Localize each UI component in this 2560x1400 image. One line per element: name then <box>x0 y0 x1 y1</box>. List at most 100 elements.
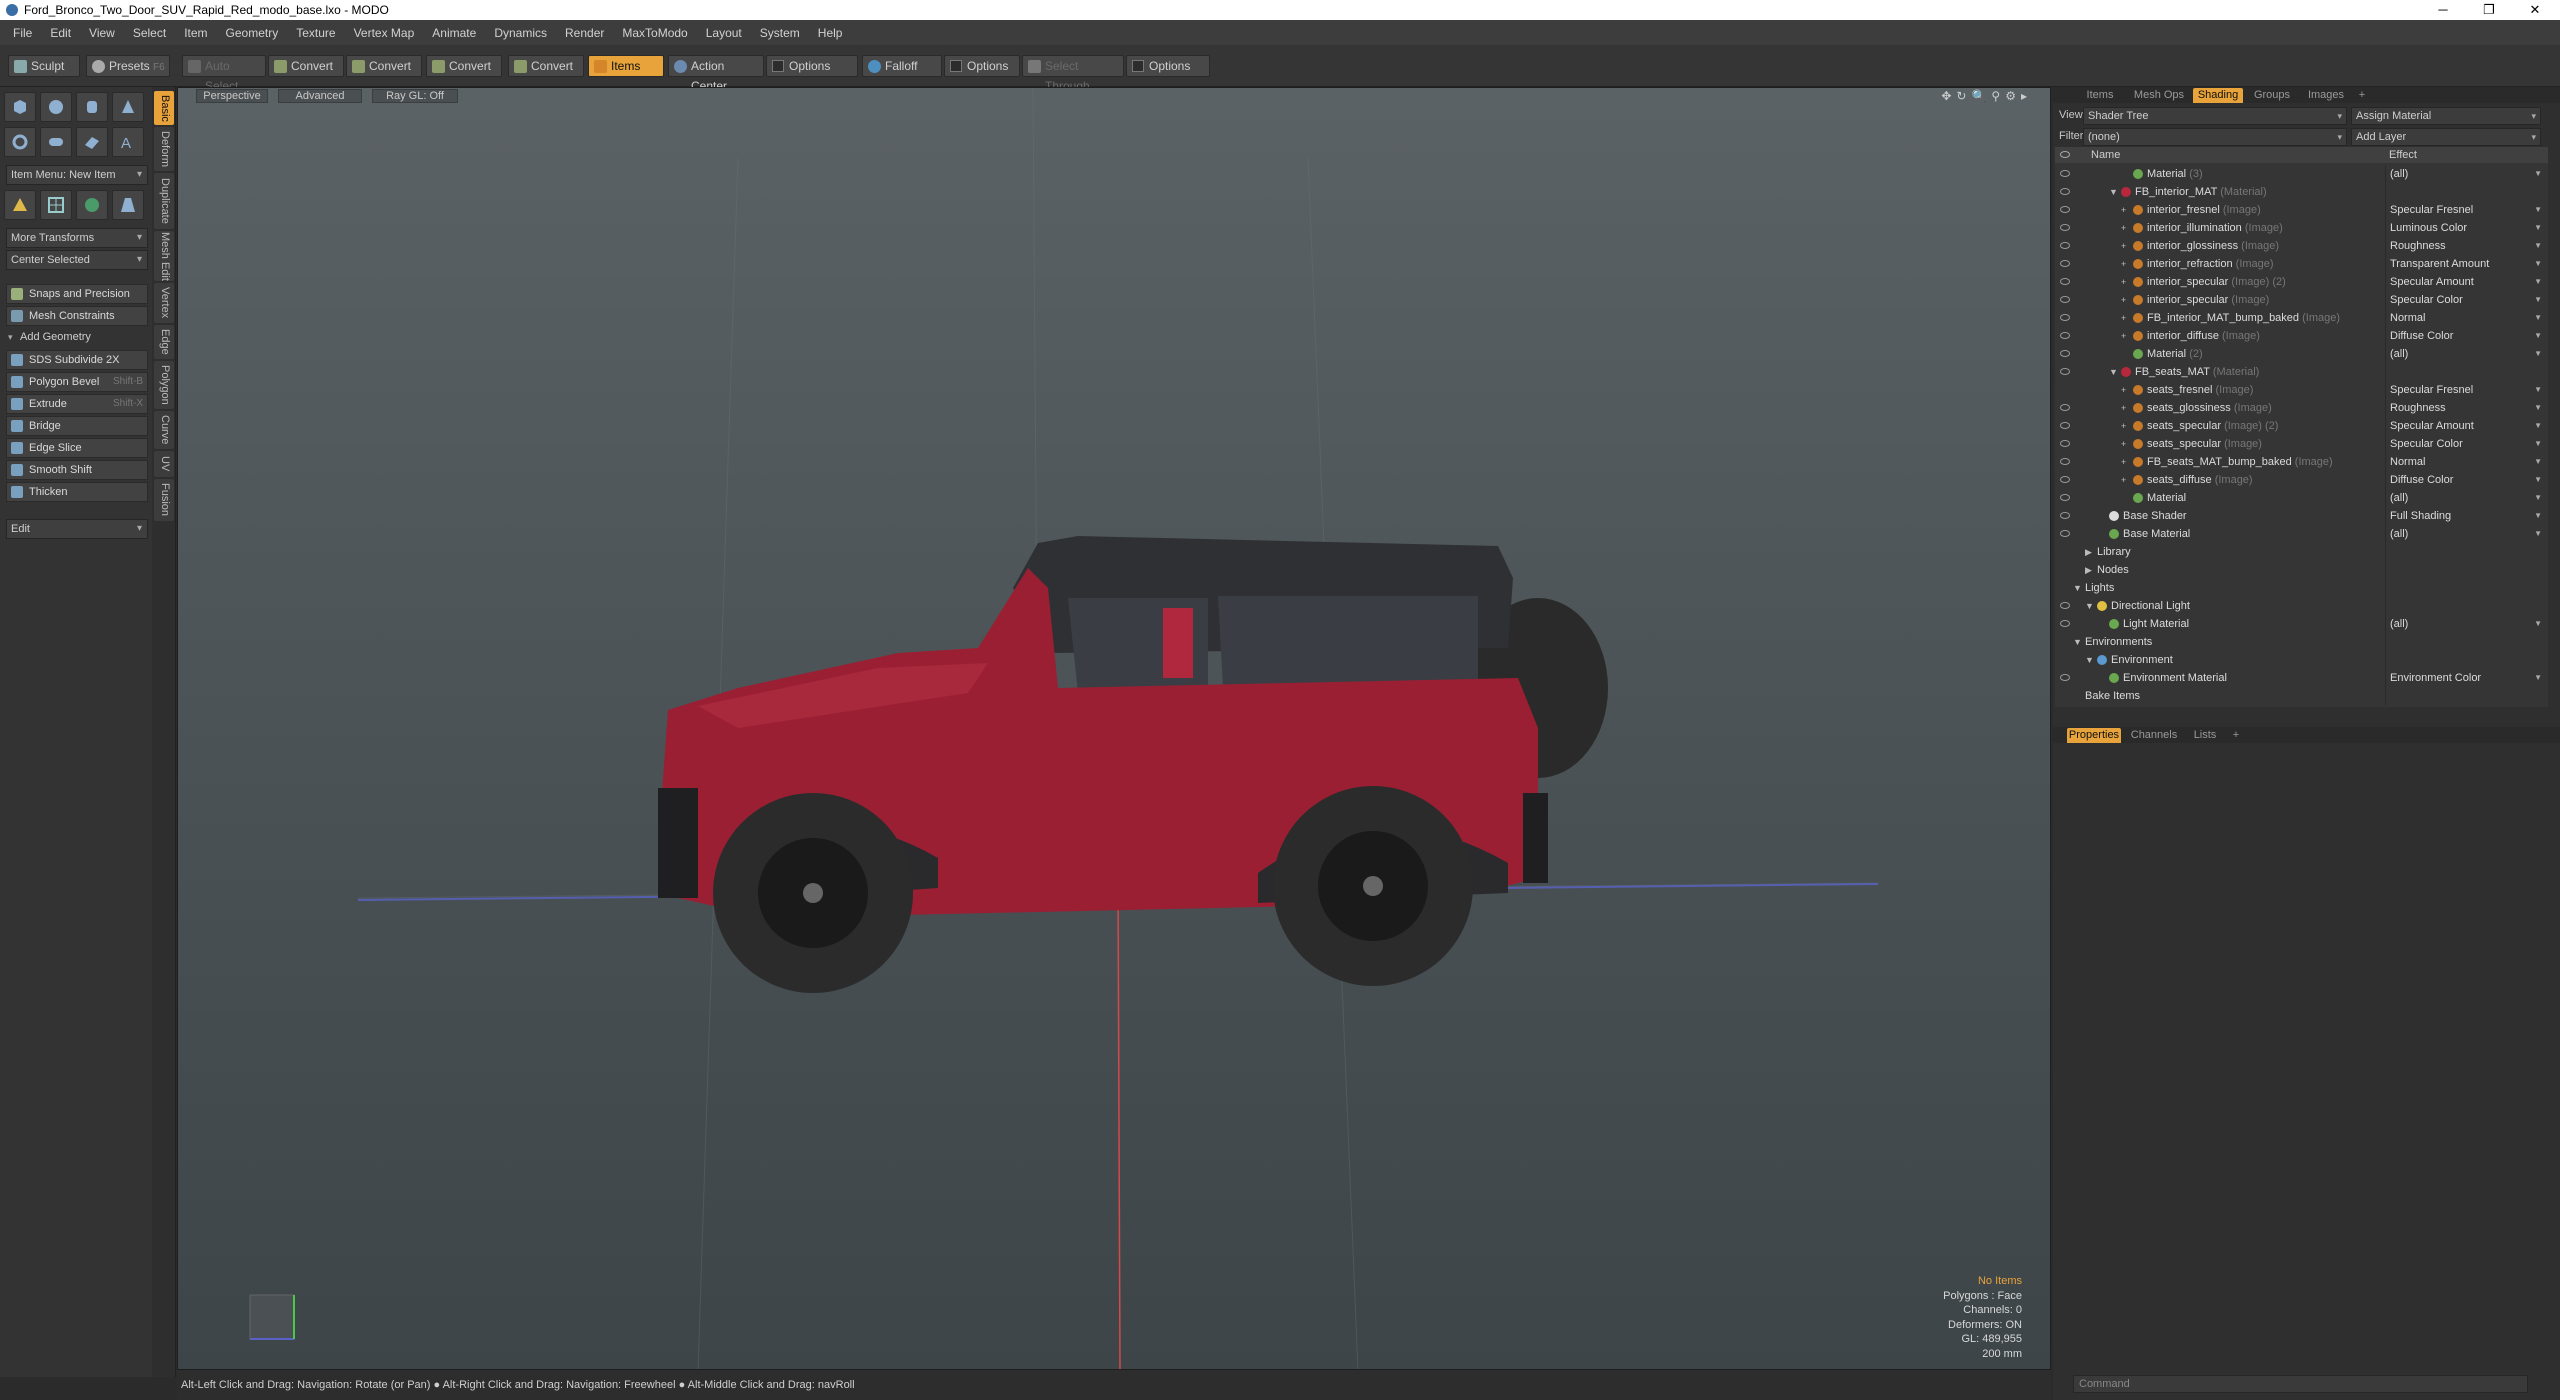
visibility-eye-icon[interactable] <box>2060 170 2070 177</box>
center-selected-dropdown[interactable]: Center Selected <box>6 250 148 270</box>
menu-texture[interactable]: Texture <box>287 26 344 40</box>
filter-dropdown[interactable]: (none) <box>2083 128 2347 146</box>
shader-tree-row[interactable]: + interior_diffuse (Image) Diffuse Color ▼ <box>2055 327 2548 345</box>
auto-select-button[interactable]: Auto Select <box>182 55 266 93</box>
menu-maxtomodo[interactable]: MaxToModo <box>613 26 696 40</box>
sphere-tool-button[interactable] <box>40 92 72 122</box>
torus-tool-button[interactable] <box>4 127 36 157</box>
sds-subdivide-button[interactable]: SDS Subdivide 2X <box>6 350 148 370</box>
expand-toggle-icon[interactable]: + <box>2121 219 2126 237</box>
minimize-button[interactable]: ─ <box>2420 0 2466 20</box>
tab-items[interactable]: Items <box>2075 88 2125 103</box>
layer-effect[interactable]: (all) ▼ <box>2385 165 2545 183</box>
shader-tree-row[interactable]: Light Material (all) ▼ <box>2055 615 2548 633</box>
layer-effect[interactable] <box>2385 579 2545 597</box>
shader-tree-row[interactable]: + seats_fresnel (Image) Specular Fresnel ▼ <box>2055 381 2548 399</box>
presets-button[interactable]: Presets F6 <box>86 55 170 77</box>
visibility-eye-icon[interactable] <box>2060 350 2070 357</box>
tab-mesh-ops[interactable]: Mesh Ops <box>2129 88 2189 103</box>
expand-toggle-icon[interactable]: + <box>2121 453 2126 471</box>
layer-effect[interactable]: (all) ▼ <box>2385 345 2545 363</box>
shader-tree-row[interactable]: + seats_diffuse (Image) Diffuse Color ▼ <box>2055 471 2548 489</box>
layer-effect[interactable]: Full Shading ▼ <box>2385 507 2545 525</box>
more-transforms-dropdown[interactable]: More Transforms <box>6 228 148 248</box>
visibility-eye-icon[interactable] <box>2060 476 2070 483</box>
close-button[interactable]: ✕ <box>2512 0 2558 20</box>
tab-duplicate[interactable]: Duplicate <box>154 173 174 229</box>
column-name[interactable]: Name <box>2091 147 2120 163</box>
assign-material-button[interactable]: Assign Material <box>2351 107 2541 125</box>
layer-effect[interactable]: Specular Fresnel ▼ <box>2385 381 2545 399</box>
shader-tree-row[interactable]: Base Material (all) ▼ <box>2055 525 2548 543</box>
shader-tree-row[interactable]: + FB_seats_MAT_bump_baked (Image) Normal ▼ <box>2055 453 2548 471</box>
expand-toggle-icon[interactable]: ▼ <box>2073 633 2082 651</box>
expand-toggle-icon[interactable]: + <box>2121 327 2126 345</box>
visibility-eye-icon[interactable] <box>2060 620 2070 627</box>
shader-tree-row[interactable]: ▼ Environments <box>2055 633 2548 651</box>
add-tab-button[interactable]: + <box>2355 88 2369 103</box>
layer-effect[interactable]: Diffuse Color ▼ <box>2385 471 2545 489</box>
expand-toggle-icon[interactable]: + <box>2121 273 2126 291</box>
layer-effect[interactable] <box>2385 633 2545 651</box>
expand-toggle-icon[interactable]: ▶ <box>2085 561 2092 579</box>
convert-vertex-button[interactable]: Convert <box>268 55 344 77</box>
menu-select[interactable]: Select <box>124 26 175 40</box>
layer-effect[interactable]: Specular Color ▼ <box>2385 291 2545 309</box>
layer-effect[interactable]: Specular Color ▼ <box>2385 435 2545 453</box>
expand-toggle-icon[interactable]: + <box>2121 255 2126 273</box>
menu-help[interactable]: Help <box>809 26 852 40</box>
smooth-shift-button[interactable]: Smooth Shift <box>6 460 148 480</box>
shader-tree-row[interactable]: Environment Material Environment Color ▼ <box>2055 669 2548 687</box>
tab-vertex[interactable]: Vertex <box>154 283 174 323</box>
items-mode-button[interactable]: Items <box>588 55 664 77</box>
options-button-1[interactable]: Options <box>766 55 858 77</box>
plane-tool-button[interactable] <box>76 127 108 157</box>
tab-groups[interactable]: Groups <box>2247 88 2297 103</box>
shader-tree-row[interactable]: ▼ FB_interior_MAT (Material) <box>2055 183 2548 201</box>
visibility-eye-icon[interactable] <box>2060 368 2070 375</box>
add-prop-tab-button[interactable]: + <box>2229 728 2243 743</box>
tab-channels[interactable]: Channels <box>2127 728 2181 743</box>
layer-effect[interactable]: Diffuse Color ▼ <box>2385 327 2545 345</box>
shader-tree-row[interactable]: ▼ Environment <box>2055 651 2548 669</box>
visibility-eye-icon[interactable] <box>2060 206 2070 213</box>
expand-toggle-icon[interactable]: ▼ <box>2109 183 2118 201</box>
bridge-button[interactable]: Bridge <box>6 416 148 436</box>
restore-button[interactable]: ❐ <box>2466 0 2512 20</box>
shader-tree-row[interactable]: ▼ Lights <box>2055 579 2548 597</box>
expand-toggle-icon[interactable]: + <box>2121 381 2126 399</box>
layer-effect[interactable]: Normal ▼ <box>2385 309 2545 327</box>
layer-effect[interactable]: (all) ▼ <box>2385 615 2545 633</box>
shader-tree-row[interactable]: + interior_glossiness (Image) Roughness ▼ <box>2055 237 2548 255</box>
shader-tree-row[interactable]: + seats_glossiness (Image) Roughness ▼ <box>2055 399 2548 417</box>
cylinder-tool-button[interactable] <box>76 92 108 122</box>
orientation-gizmo[interactable] <box>249 1294 295 1340</box>
layer-effect[interactable]: Roughness ▼ <box>2385 237 2545 255</box>
layer-effect[interactable]: (all) ▼ <box>2385 489 2545 507</box>
globe-tool-button[interactable] <box>76 190 108 220</box>
shader-tree-row[interactable]: + FB_interior_MAT_bump_baked (Image) Norma… <box>2055 309 2548 327</box>
shader-tree-row[interactable]: Base Shader Full Shading ▼ <box>2055 507 2548 525</box>
tab-polygon[interactable]: Polygon <box>154 361 174 409</box>
visibility-eye-icon[interactable] <box>2060 260 2070 267</box>
visibility-eye-icon[interactable] <box>2060 188 2070 195</box>
expand-toggle-icon[interactable]: + <box>2121 237 2126 255</box>
add-layer-dropdown[interactable]: Add Layer <box>2351 128 2541 146</box>
shader-tree-row[interactable]: + interior_refraction (Image) Transparent … <box>2055 255 2548 273</box>
ford-bronco-model[interactable] <box>658 536 1608 993</box>
menu-animate[interactable]: Animate <box>423 26 485 40</box>
visibility-eye-icon[interactable] <box>2060 458 2070 465</box>
shader-tree-row[interactable]: + seats_specular (Image) (2) Specular Amou… <box>2055 417 2548 435</box>
item-menu-dropdown[interactable]: Item Menu: New Item <box>6 165 148 185</box>
visibility-eye-icon[interactable] <box>2060 296 2070 303</box>
tab-basic[interactable]: Basic <box>154 91 174 125</box>
tab-curve[interactable]: Curve <box>154 411 174 449</box>
3d-viewport[interactable]: Perspective Advanced Ray GL: Off ✥↻🔍⚲⚙▸ <box>177 87 2051 1370</box>
shader-tree-row[interactable]: Bake Items <box>2055 687 2548 705</box>
shader-tree-row[interactable]: + interior_specular (Image) (2) Specular A… <box>2055 273 2548 291</box>
pen-tool-button[interactable] <box>4 190 36 220</box>
shader-tree-row[interactable]: + interior_specular (Image) Specular Color… <box>2055 291 2548 309</box>
visibility-eye-icon[interactable] <box>2060 440 2070 447</box>
cone-tool-button[interactable] <box>112 92 144 122</box>
options-checkbox-1[interactable] <box>772 60 784 72</box>
